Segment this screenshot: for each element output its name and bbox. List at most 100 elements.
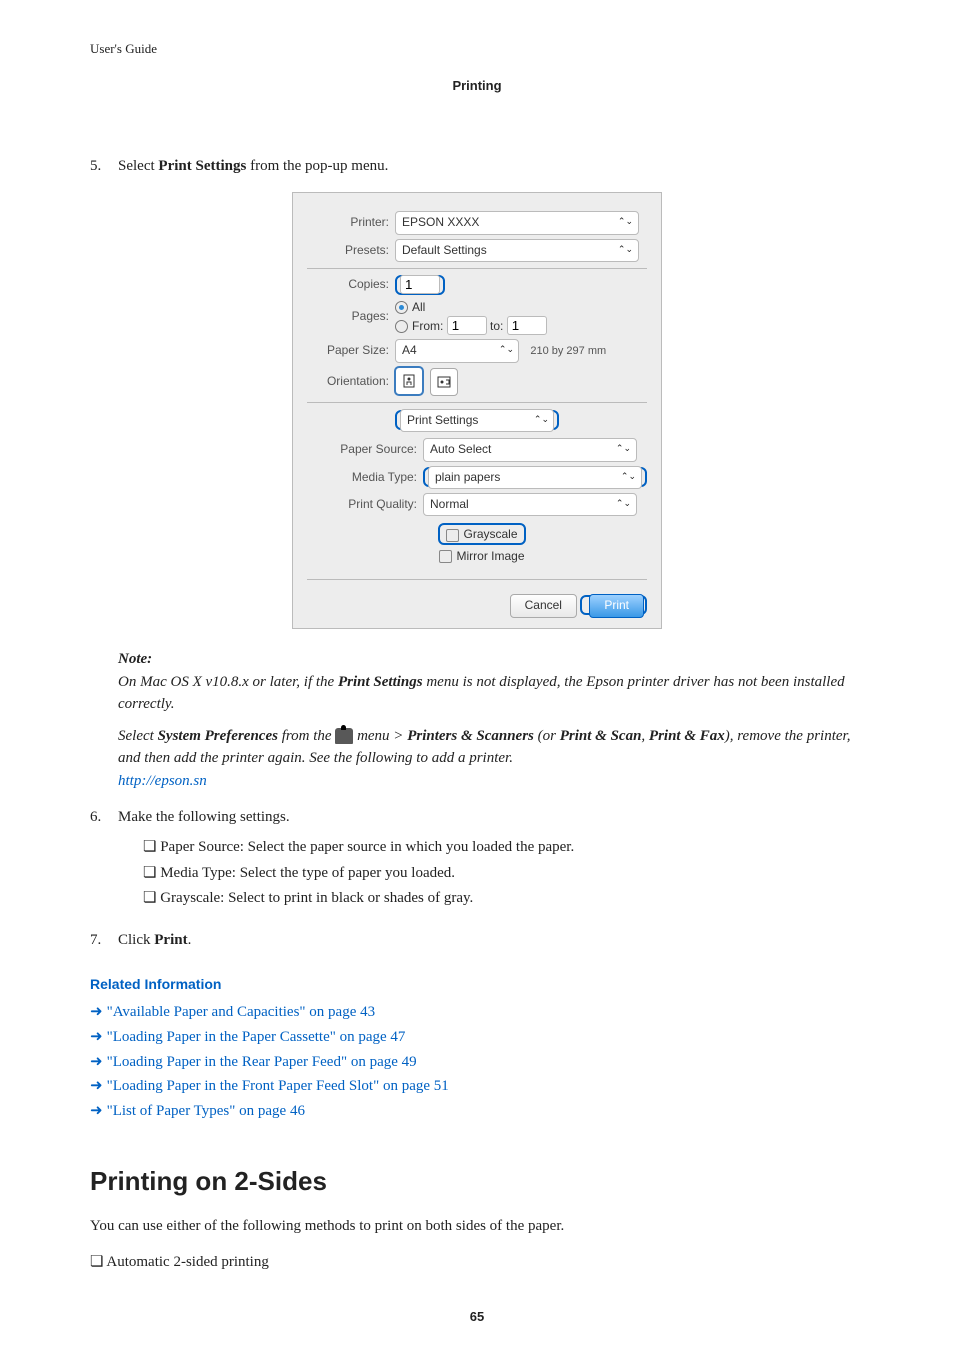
mirror-checkbox[interactable] [439,550,452,563]
pages-from-label: From: [412,319,443,333]
chevron-updown-icon: ⌃⌄ [616,442,631,455]
note-heading: Note: [118,651,152,667]
print-dialog: Printer: EPSON XXXX⌃⌄ Presets: Default S… [292,192,662,628]
step5-post: from the pop-up menu. [246,158,388,174]
papersize-value: A4 [402,343,417,357]
chevron-updown-icon: ⌃⌄ [499,343,514,356]
presets-select[interactable]: Default Settings ⌃⌄ [395,239,639,262]
note-bold: Print & Scan [560,728,642,744]
papersize-label: Paper Size: [307,342,395,359]
copies-label: Copies: [307,276,395,293]
print-button[interactable]: Print [589,594,644,617]
chevron-updown-icon: ⌃⌄ [618,215,633,228]
paper-source-label: Paper Source: [317,441,423,458]
h2-subtext: You can use either of the following meth… [90,1216,864,1238]
copies-highlight [395,275,445,295]
page-number: 65 [90,1308,864,1327]
orientation-label: Orientation: [307,373,395,390]
orientation-landscape-button[interactable] [430,368,458,396]
note-bold: Printers & Scanners [407,728,534,744]
apple-menu-icon [335,728,353,744]
bullet-item: Paper Source: Select the paper source in… [143,837,864,859]
media-type-select[interactable]: plain papers⌃⌄ [428,466,642,489]
print-quality-select[interactable]: Normal ⌃⌄ [423,493,637,516]
step7-bold: Print [154,932,187,948]
pages-label: Pages: [307,308,395,325]
bullet-item: Media Type: Select the type of paper you… [143,863,864,885]
chevron-updown-icon: ⌃⌄ [618,243,633,256]
print-quality-label: Print Quality: [317,496,423,513]
pages-from-input[interactable] [447,316,487,335]
note-text: from the [278,728,335,744]
arrow-right-icon: ➜ [90,1027,103,1049]
note-bold: Print Settings [338,674,423,690]
media-type-value: plain papers [435,470,500,484]
step-number: 7. [90,930,118,952]
note-text: On Mac OS X v10.8.x or later, if the [118,674,338,690]
bullet-item: Automatic 2-sided printing [90,1252,864,1274]
related-link-5[interactable]: "List of Paper Types" on page 46 [107,1103,305,1119]
step6-text: Make the following settings. [118,809,290,825]
grayscale-label: Grayscale [463,527,517,541]
step-number: 6. [90,807,118,918]
related-heading: Related Information [90,974,864,994]
arrow-right-icon: ➜ [90,1101,103,1123]
pages-all-radio[interactable] [395,301,408,314]
step-number: 5. [90,156,118,178]
cancel-button[interactable]: Cancel [510,594,577,617]
pages-all-text: All [412,300,425,314]
related-link-2[interactable]: "Loading Paper in the Paper Cassette" on… [107,1029,406,1045]
popup-menu-select[interactable]: Print Settings ⌃⌄ [400,409,554,432]
copies-input[interactable] [400,275,440,294]
popup-highlight: Print Settings ⌃⌄ [395,410,559,430]
doc-header: User's Guide [90,40,864,59]
arrow-right-icon: ➜ [90,1052,103,1074]
arrow-right-icon: ➜ [90,1076,103,1098]
note-bold: Print & Fax [649,728,725,744]
popup-value: Print Settings [407,413,478,427]
step7-pre: Click [118,932,154,948]
step-5: 5. Select Print Settings from the pop-up… [90,156,864,178]
related-link-1[interactable]: "Available Paper and Capacities" on page… [107,1004,376,1020]
printer-label: Printer: [307,214,395,231]
grayscale-checkbox[interactable] [446,529,459,542]
arrow-right-icon: ➜ [90,1002,103,1024]
pages-to-input[interactable] [507,316,547,335]
grayscale-highlight: Grayscale [438,523,525,545]
papersize-select[interactable]: A4 ⌃⌄ [395,339,519,362]
note-text: (or [534,728,560,744]
related-link-3[interactable]: "Loading Paper in the Rear Paper Feed" o… [107,1054,417,1070]
mirror-label: Mirror Image [456,549,524,563]
print-highlight: Print [580,595,647,615]
chevron-updown-icon: ⌃⌄ [534,413,549,426]
presets-label: Presets: [307,242,395,259]
presets-value: Default Settings [402,243,487,257]
step7-post: . [188,932,192,948]
bullet-item: Grayscale: Select to print in black or s… [143,888,864,910]
step-7: 7. Click Print. [90,930,864,952]
pages-to-label: to: [490,319,503,333]
landscape-icon [437,376,451,388]
paper-source-value: Auto Select [430,442,491,456]
step-body: Select Print Settings from the pop-up me… [118,156,864,178]
step-6: 6. Make the following settings. Paper So… [90,807,864,918]
chevron-updown-icon: ⌃⌄ [616,497,631,510]
heading-2sides: Printing on 2-Sides [90,1163,864,1201]
note-text: , [641,728,649,744]
printer-select[interactable]: EPSON XXXX⌃⌄ [395,211,639,234]
media-type-highlight: plain papers⌃⌄ [423,467,647,487]
print-quality-value: Normal [430,497,469,511]
paper-source-select[interactable]: Auto Select ⌃⌄ [423,438,637,461]
paper-dimensions: 210 by 297 mm [530,345,606,357]
related-link-4[interactable]: "Loading Paper in the Front Paper Feed S… [107,1078,449,1094]
note-text: Select [118,728,158,744]
portrait-icon [403,374,415,388]
orientation-portrait-button[interactable] [395,367,423,395]
epson-link[interactable]: http://epson.sn [118,773,207,789]
step5-pre: Select [118,158,158,174]
note-text: menu > [353,728,407,744]
section-title: Printing [90,77,864,96]
pages-from-radio[interactable] [395,320,408,333]
note-bold: System Preferences [158,728,278,744]
media-type-label: Media Type: [317,469,423,486]
